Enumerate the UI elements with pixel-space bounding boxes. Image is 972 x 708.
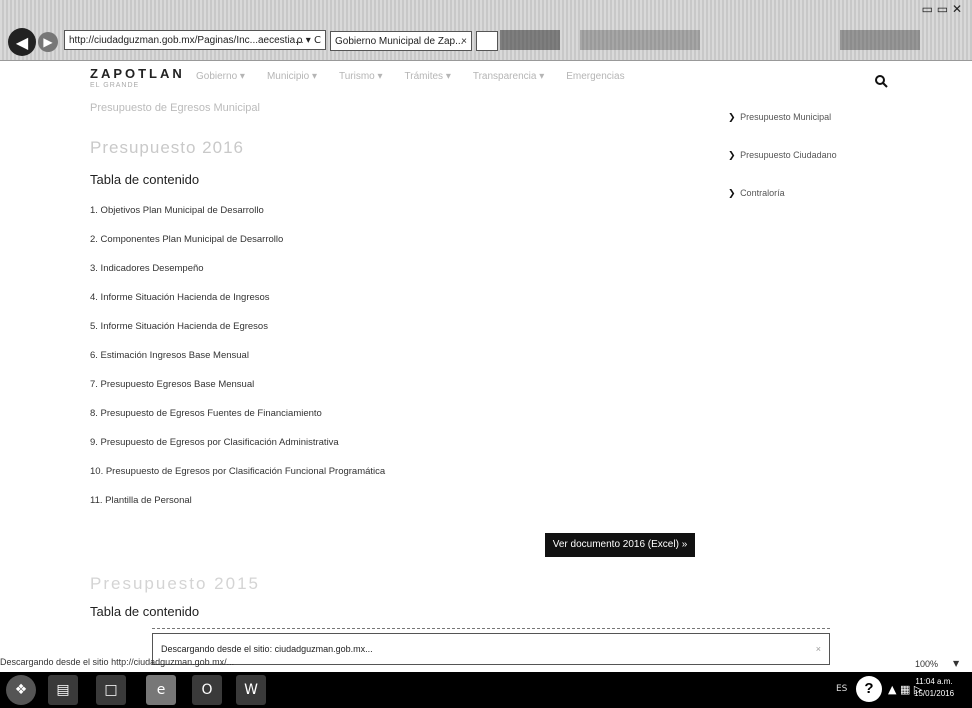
forward-button[interactable]: ▶: [38, 32, 58, 52]
toc-list: 1. Objetivos Plan Municipal de Desarroll…: [90, 203, 385, 522]
outlook-icon[interactable]: O: [192, 675, 222, 705]
help-icon[interactable]: ?: [856, 676, 882, 702]
sidebar-item-label: Presupuesto Ciudadano: [740, 150, 837, 160]
section-heading-2016: Presupuesto 2016: [90, 138, 244, 157]
file-explorer-icon[interactable]: ▤: [48, 675, 78, 705]
arrow-right-icon: ▶: [43, 35, 53, 49]
new-tab-button[interactable]: [476, 31, 498, 51]
chevron-right-icon: ❯: [728, 151, 736, 161]
language-indicator[interactable]: ES: [836, 684, 847, 694]
sidebar-item-presupuesto-ciudadano[interactable]: ❯ Presupuesto Ciudadano: [728, 150, 837, 188]
main-menu: Gobierno ▾ Municipio ▾ Turismo ▾ Trámite…: [196, 71, 625, 82]
site-logo-subtitle: EL GRANDE: [90, 82, 140, 89]
sidebar-item-label: Presupuesto Municipal: [740, 112, 832, 122]
toc-item[interactable]: 8. Presupuesto de Egresos Fuentes de Fin…: [90, 406, 385, 435]
zoom-level[interactable]: 100%: [915, 659, 938, 669]
view-document-button[interactable]: Ver documento 2016 (Excel) »: [545, 533, 695, 557]
sidebar-item-label: Contraloría: [740, 188, 785, 198]
clock-date: 15/01/2016: [914, 689, 955, 698]
word-icon[interactable]: W: [236, 675, 266, 705]
document-icon[interactable]: □: [96, 675, 126, 705]
clock[interactable]: 11:04 a.m. 15/01/2016: [914, 676, 954, 700]
clock-time: 11:04 a.m.: [915, 677, 953, 686]
status-bar: Descargando desde el sitio http://ciudad…: [0, 650, 972, 672]
internet-explorer-icon[interactable]: e: [146, 675, 176, 705]
toc-title-2015: Tabla de contenido: [90, 604, 200, 619]
menu-item-turismo[interactable]: Turismo ▾: [339, 71, 383, 82]
breadcrumb: Presupuesto de Egresos Municipal: [90, 102, 260, 114]
tab-strip-noise: [500, 30, 560, 50]
divider: [152, 628, 830, 629]
toc-title: Tabla de contenido: [90, 172, 200, 187]
back-button[interactable]: ◀: [8, 28, 36, 56]
menu-item-gobierno[interactable]: Gobierno ▾: [196, 71, 245, 82]
tab-strip-noise: [840, 30, 920, 50]
menu-item-municipio[interactable]: Municipio ▾: [267, 71, 317, 82]
sidebar-item-contraloria[interactable]: ❯ Contraloría: [728, 188, 837, 226]
tab-title: Gobierno Municipal de Zap...: [335, 36, 464, 47]
address-controls[interactable]: ρ ▾ C: [296, 31, 321, 49]
tab-strip-noise: [580, 30, 700, 50]
start-button[interactable]: ❖: [6, 675, 36, 705]
toc-item[interactable]: 3. Indicadores Desempeño: [90, 261, 385, 290]
status-text: Descargando desde el sitio http://ciudad…: [0, 657, 235, 667]
window-controls[interactable]: ▭ ▭ ✕: [922, 2, 962, 16]
toc-item[interactable]: 1. Objetivos Plan Municipal de Desarroll…: [90, 203, 385, 232]
arrow-left-icon: ◀: [15, 32, 29, 52]
chevron-right-icon: ❯: [728, 189, 736, 199]
menu-item-transparencia[interactable]: Transparencia ▾: [473, 71, 544, 82]
menu-item-emergencias[interactable]: Emergencias: [566, 71, 624, 82]
toc-item[interactable]: 9. Presupuesto de Egresos por Clasificac…: [90, 435, 385, 464]
address-bar[interactable]: http://ciudadguzman.gob.mx/Paginas/Inc..…: [64, 30, 326, 50]
browser-chrome: ▭ ▭ ✕ ◀ ▶ http://ciudadguzman.gob.mx/Pag…: [0, 0, 972, 61]
sidebar-item-presupuesto-municipal[interactable]: ❯ Presupuesto Municipal: [728, 112, 837, 150]
site-logo[interactable]: ZAPOTLAN: [90, 66, 185, 81]
toc-item[interactable]: 2. Componentes Plan Municipal de Desarro…: [90, 232, 385, 261]
browser-tab[interactable]: Gobierno Municipal de Zap... ×: [330, 31, 472, 51]
toc-item[interactable]: 10. Presupuesto de Egresos por Clasifica…: [90, 464, 385, 493]
toc-item[interactable]: 7. Presupuesto Egresos Base Mensual: [90, 377, 385, 406]
section-heading-2015: Presupuesto 2015: [90, 574, 260, 593]
chevron-right-icon: ❯: [728, 113, 736, 123]
search-icon[interactable]: [874, 74, 888, 88]
close-icon[interactable]: ×: [461, 32, 467, 50]
toc-item[interactable]: 4. Informe Situación Hacienda de Ingreso…: [90, 290, 385, 319]
toc-item[interactable]: 6. Estimación Ingresos Base Mensual: [90, 348, 385, 377]
address-url: http://ciudadguzman.gob.mx/Paginas/Inc..…: [69, 35, 304, 46]
taskbar: ❖ ▤ □ e O W ES ? ▲ ▦ ▷ 11:04 a.m. 15/01/…: [0, 672, 972, 708]
site-header: ZAPOTLAN EL GRANDE Gobierno ▾ Municipio …: [0, 62, 972, 96]
chevron-down-icon[interactable]: ▼: [953, 659, 959, 668]
windows-logo-icon: ❖: [14, 682, 28, 698]
toc-item[interactable]: 11. Plantilla de Personal: [90, 493, 385, 522]
toc-item[interactable]: 5. Informe Situación Hacienda de Egresos: [90, 319, 385, 348]
sidebar: ❯ Presupuesto Municipal ❯ Presupuesto Ci…: [728, 112, 837, 226]
menu-item-tramites[interactable]: Trámites ▾: [405, 71, 451, 82]
